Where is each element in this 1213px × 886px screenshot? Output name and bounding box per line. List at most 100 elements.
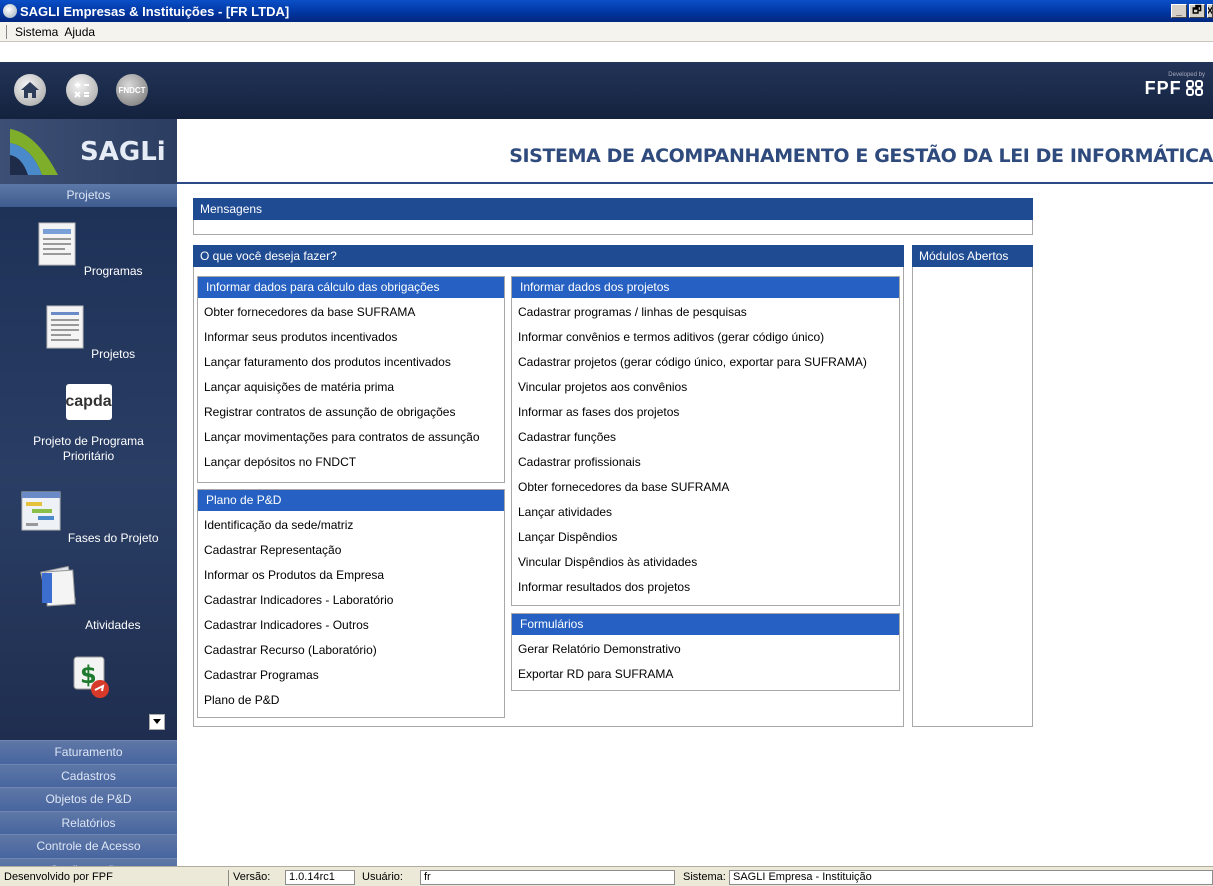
projects-header: Informar dados dos projetos (512, 277, 899, 298)
link-lancar-faturamento[interactable]: Lançar faturamento dos produtos incentiv… (198, 350, 504, 375)
link-indicadores-outros[interactable]: Cadastrar Indicadores - Outros (198, 613, 504, 638)
link-informar-resultados[interactable]: Informar resultados dos projetos (512, 575, 899, 600)
forms-panel: Formulários Gerar Relatório Demonstrativ… (511, 613, 900, 691)
status-user-value: fr (420, 870, 675, 885)
nav-label-atividades: Atividades (85, 618, 141, 632)
plan-panel: Plano de P&D Identificação da sede/matri… (197, 489, 505, 718)
link-plano-pd[interactable]: Plano de P&D (198, 688, 504, 713)
messages-panel (193, 220, 1033, 235)
calculator-icon[interactable] (66, 74, 98, 106)
forms-header: Formulários (512, 614, 899, 635)
status-divider (228, 870, 229, 886)
toolbar: FNDCT Developed by FPF (0, 62, 1213, 119)
link-cadastrar-programas-linhas[interactable]: Cadastrar programas / linhas de pesquisa… (512, 300, 899, 325)
menu-sistema[interactable]: Sistema (12, 25, 61, 39)
link-indicadores-laboratorio[interactable]: Cadastrar Indicadores - Laboratório (198, 588, 504, 613)
link-obter-fornecedores-projetos[interactable]: Obter fornecedores da base SUFRAMA (512, 475, 899, 500)
obligations-panel: Informar dados para cálculo das obrigaçõ… (197, 276, 505, 483)
cards-icon (40, 565, 77, 607)
category-relatorios[interactable]: Relatórios (0, 810, 177, 834)
nav-item-fases-do-projeto[interactable]: Fases do Projeto (0, 488, 177, 545)
nav-item-atividades[interactable]: Atividades (0, 563, 177, 632)
menu-bar: Sistema Ajuda (0, 22, 1213, 42)
link-lancar-movimentacoes[interactable]: Lançar movimentações para contratos de a… (198, 425, 504, 450)
link-cadastrar-profissionais[interactable]: Cadastrar profissionais (512, 450, 899, 475)
link-lancar-atividades[interactable]: Lançar atividades (512, 500, 899, 525)
capda-icon: capda (65, 384, 112, 420)
nav-scroll-down-icon[interactable] (149, 714, 165, 730)
link-lancar-dispendios[interactable]: Lançar Dispêndios (512, 525, 899, 550)
sagli-logo-text: SAGLi (80, 137, 166, 167)
link-cadastrar-projetos[interactable]: Cadastrar projetos (gerar código único, … (512, 350, 899, 375)
link-vincular-dispendios[interactable]: Vincular Dispêndios às atividades (512, 550, 899, 575)
plan-header: Plano de P&D (198, 490, 504, 511)
link-lancar-aquisicoes[interactable]: Lançar aquisições de matéria prima (198, 375, 504, 400)
fpf-mark-icon (1186, 80, 1203, 96)
section-header-projetos[interactable]: Projetos (0, 184, 177, 207)
nav-item-projeto-programa-prioritario[interactable]: capda Projeto de Programa Prioritário (0, 384, 177, 464)
capda-icon-text: capda (65, 393, 112, 410)
menu-ajuda[interactable]: Ajuda (61, 25, 98, 39)
link-registrar-contratos[interactable]: Registrar contratos de assunção de obrig… (198, 400, 504, 425)
expense-icon[interactable]: $ (66, 653, 112, 699)
link-gerar-relatorio[interactable]: Gerar Relatório Demonstrativo (512, 637, 899, 662)
window-title: SAGLI Empresas & Instituições - [FR LTDA… (20, 3, 290, 19)
category-cadastros[interactable]: Cadastros (0, 763, 177, 787)
fpf-logo: Developed by FPF (1145, 72, 1205, 99)
fpf-logo-text: FPF (1144, 78, 1182, 98)
document-icon (46, 305, 84, 349)
close-button[interactable]: X (1207, 4, 1213, 18)
category-controle-acesso[interactable]: Controle de Acesso (0, 834, 177, 858)
link-informar-produtos-empresa[interactable]: Informar os Produtos da Empresa (198, 563, 504, 588)
projects-panel: Informar dados dos projetos Cadastrar pr… (511, 276, 900, 606)
link-informar-fases[interactable]: Informar as fases dos projetos (512, 400, 899, 425)
system-title: SISTEMA DE ACOMPANHAMENTO E GESTÃO DA LE… (509, 145, 1213, 167)
system-header: SISTEMA DE ACOMPANHAMENTO E GESTÃO DA LE… (177, 119, 1213, 184)
home-icon[interactable] (14, 74, 46, 106)
status-system-value: SAGLI Empresa - Instituição (729, 870, 1213, 885)
obligations-header: Informar dados para cálculo das obrigaçõ… (198, 277, 504, 298)
tasks-header: O que você deseja fazer? (193, 245, 904, 267)
link-cadastrar-funcoes[interactable]: Cadastrar funções (512, 425, 899, 450)
fndct-button[interactable]: FNDCT (116, 74, 148, 106)
nav-label-programas: Programas (83, 264, 143, 278)
modules-header: Módulos Abertos (912, 245, 1033, 267)
messages-header: Mensagens (193, 198, 1033, 220)
nav-label-fases-do-projeto: Fases do Projeto (67, 531, 159, 545)
status-version-label: Versão: (233, 871, 271, 883)
menu-grip (6, 24, 8, 39)
link-cadastrar-programas[interactable]: Cadastrar Programas (198, 663, 504, 688)
status-developer: Desenvolvido por FPF (4, 871, 113, 883)
category-objetos-pd[interactable]: Objetos de P&D (0, 787, 177, 811)
link-identificacao-sede[interactable]: Identificação da sede/matriz (198, 513, 504, 538)
nav-item-programas[interactable]: Programas (0, 221, 177, 278)
link-lancar-depositos[interactable]: Lançar depósitos no FNDCT (198, 450, 504, 475)
nav-label-projetos: Projetos (91, 347, 136, 361)
nav-item-projetos[interactable]: Projetos (0, 304, 177, 361)
title-bar: SAGLI Empresas & Instituições - [FR LTDA… (0, 0, 1213, 22)
category-faturamento[interactable]: Faturamento (0, 740, 177, 764)
minimize-button[interactable]: _ (1171, 4, 1187, 18)
link-cadastrar-representacao[interactable]: Cadastrar Representação (198, 538, 504, 563)
link-informar-convenios[interactable]: Informar convênios e termos aditivos (ge… (512, 325, 899, 350)
app-icon (3, 4, 17, 18)
link-vincular-projetos[interactable]: Vincular projetos aos convênios (512, 375, 899, 400)
nav-label-projeto-programa-prioritario: Projeto de Programa Prioritário (33, 434, 144, 463)
status-version-value: 1.0.14rc1 (285, 870, 355, 885)
toolbar-spacer (0, 42, 1213, 62)
link-informar-produtos[interactable]: Informar seus produtos incentivados (198, 325, 504, 350)
gantt-icon (21, 491, 61, 531)
link-obter-fornecedores[interactable]: Obter fornecedores da base SUFRAMA (198, 300, 504, 325)
link-exportar-rd[interactable]: Exportar RD para SUFRAMA (512, 662, 899, 687)
link-cadastrar-recurso[interactable]: Cadastrar Recurso (Laboratório) (198, 638, 504, 663)
modules-panel (912, 267, 1033, 727)
status-user-label: Usuário: (362, 871, 403, 883)
sidebar: SAGLi Projetos Programas Projetos capda … (0, 119, 177, 881)
status-system-label: Sistema: (683, 871, 726, 883)
nav-area: Programas Projetos capda Projeto de Prog… (0, 207, 177, 740)
status-bar: Desenvolvido por FPF Versão: 1.0.14rc1 U… (0, 866, 1213, 886)
restore-button[interactable]: 🗗 (1189, 4, 1205, 18)
document-icon (38, 222, 76, 266)
sagli-logo-mark (10, 129, 58, 175)
sagli-logo: SAGLi (0, 119, 177, 184)
